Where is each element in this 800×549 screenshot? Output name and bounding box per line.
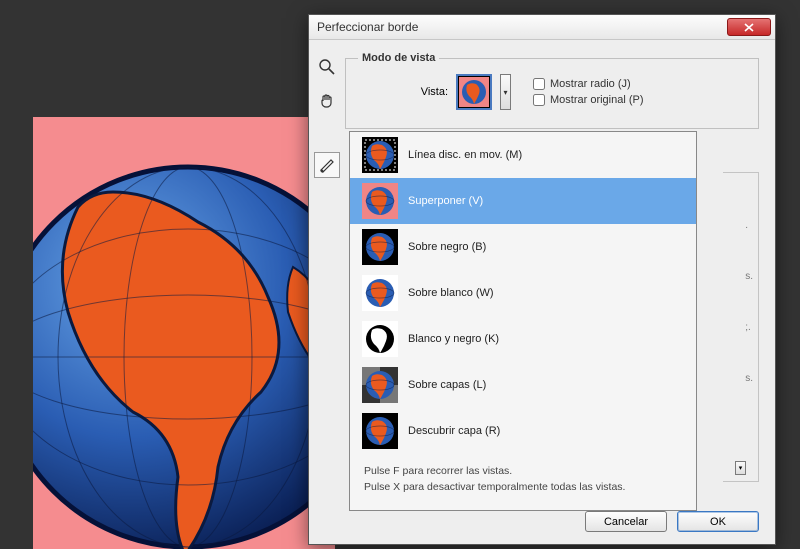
canvas-preview [33, 117, 335, 549]
globe-image [33, 137, 335, 549]
view-option-label: Descubrir capa (R) [408, 425, 500, 437]
close-button[interactable] [727, 18, 771, 36]
view-option-icon [362, 137, 398, 173]
show-radius-checkbox[interactable]: Mostrar radio (J) [533, 78, 644, 90]
cancel-button[interactable]: Cancelar [585, 511, 667, 532]
view-option-marching[interactable]: Línea disc. en mov. (M) [350, 132, 696, 178]
view-option-overlay[interactable]: Superponer (V) [350, 178, 696, 224]
zoom-tool-icon[interactable] [316, 56, 338, 78]
view-option-label: Sobre negro (B) [408, 241, 486, 253]
view-option-bw[interactable]: Blanco y negro (K) [350, 316, 696, 362]
brush-icon [319, 157, 335, 173]
dialog-title: Perfeccionar borde [317, 20, 727, 34]
view-option-icon [362, 413, 398, 449]
view-option-label: Sobre blanco (W) [408, 287, 494, 299]
view-option-icon [362, 183, 398, 219]
hint-cycle: Pulse F para recorrer las vistas. [364, 464, 682, 480]
show-radius-input[interactable] [533, 78, 545, 90]
view-mode-swatch[interactable] [456, 74, 492, 110]
view-option-label: Blanco y negro (K) [408, 333, 499, 345]
show-original-checkbox[interactable]: Mostrar original (P) [533, 94, 644, 106]
view-option-icon [362, 275, 398, 311]
view-option-icon [362, 229, 398, 265]
view-mode-legend: Modo de vista [358, 52, 439, 64]
view-mode-dropdown: Línea disc. en mov. (M) Superponer (V) Sob… [349, 131, 697, 511]
ok-button[interactable]: OK [677, 511, 759, 532]
hint-disable: Pulse X para desactivar temporalmente to… [364, 480, 682, 496]
show-original-input[interactable] [533, 94, 545, 106]
view-option-icon [362, 367, 398, 403]
titlebar[interactable]: Perfeccionar borde [309, 15, 775, 40]
view-mode-group: Modo de vista Vista: ▾ Mo [345, 52, 759, 129]
right-strip: ▾ [723, 172, 759, 482]
side-markers: .s.;.s. [745, 220, 753, 384]
view-option-white[interactable]: Sobre blanco (W) [350, 270, 696, 316]
view-option-label: Sobre capas (L) [408, 379, 486, 391]
refine-edge-dialog: Perfeccionar borde Modo de vista Vista: [308, 14, 776, 545]
view-option-black[interactable]: Sobre negro (B) [350, 224, 696, 270]
strip-dropdown-arrow[interactable]: ▾ [735, 461, 746, 475]
view-mode-dropdown-arrow[interactable]: ▾ [500, 74, 511, 110]
vista-label: Vista: [358, 86, 448, 98]
show-original-label: Mostrar original (P) [550, 94, 644, 106]
view-option-label: Superponer (V) [408, 195, 483, 207]
tool-column [309, 40, 345, 544]
view-option-layers[interactable]: Sobre capas (L) [350, 362, 696, 408]
refine-brush-tool[interactable] [314, 152, 340, 178]
globe-thumb-icon [459, 77, 489, 107]
show-radius-label: Mostrar radio (J) [550, 78, 631, 90]
view-option-reveal[interactable]: Descubrir capa (R) [350, 408, 696, 454]
hand-tool-icon[interactable] [316, 90, 338, 112]
view-option-label: Línea disc. en mov. (M) [408, 149, 522, 161]
view-option-icon [362, 321, 398, 357]
close-icon [744, 23, 754, 32]
